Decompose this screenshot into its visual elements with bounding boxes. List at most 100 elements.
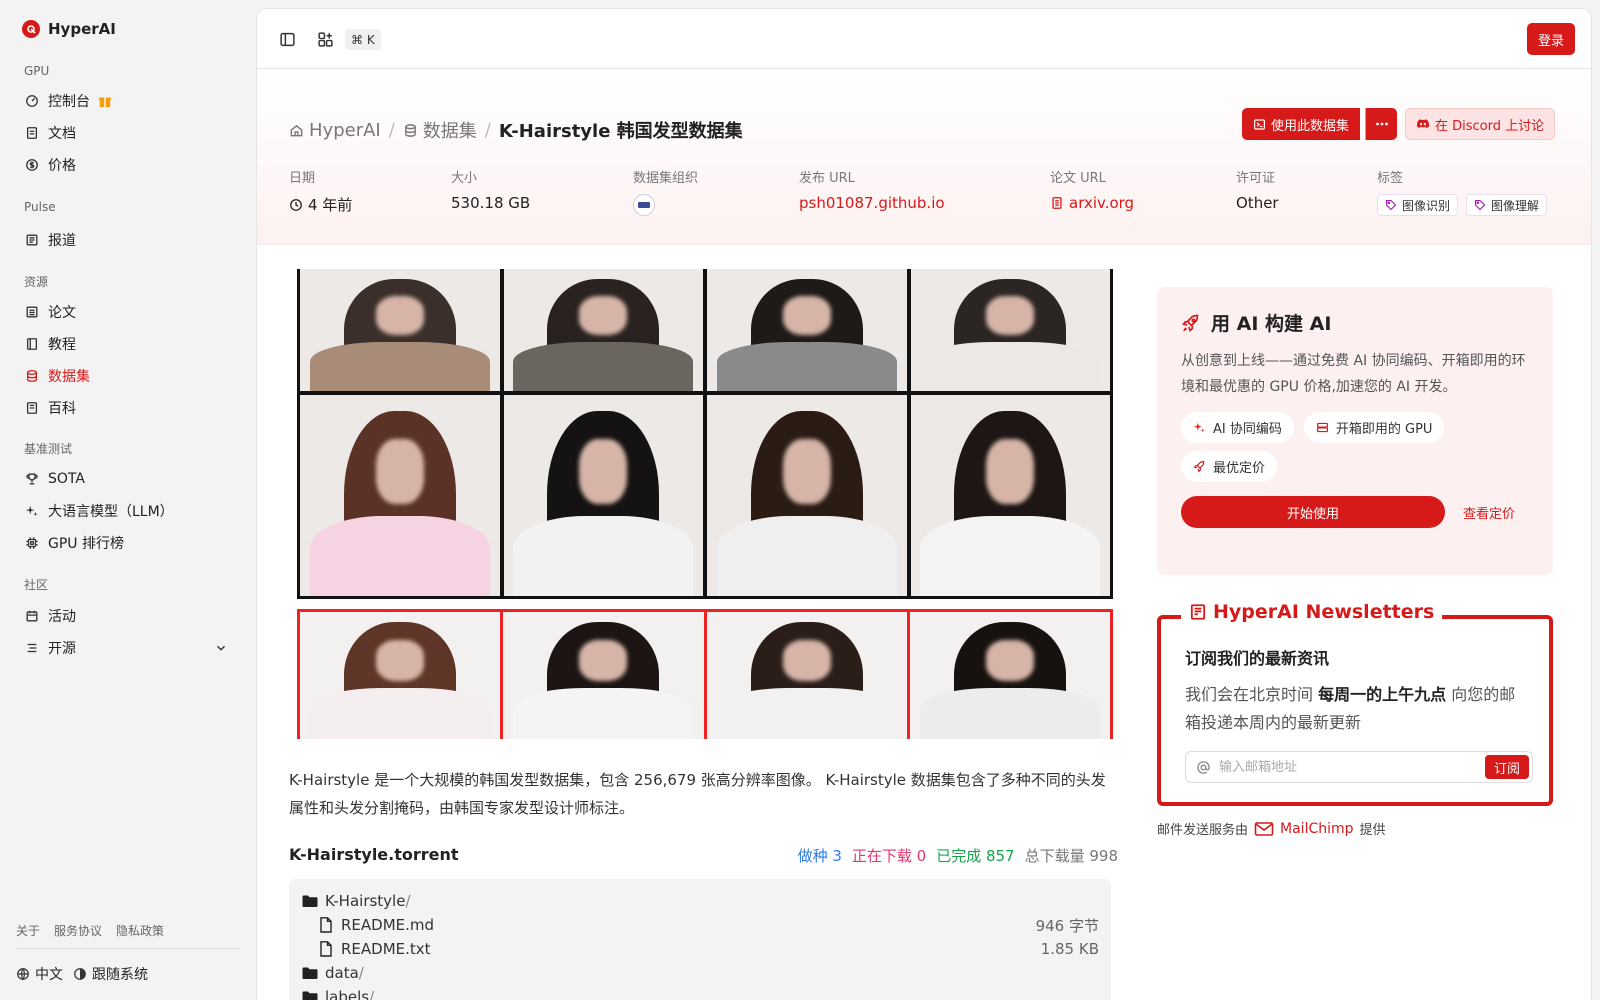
footer-divider	[16, 948, 240, 949]
meta-license: 许可证 Other	[1236, 167, 1279, 212]
meta-date-text: 4 年前	[308, 196, 353, 214]
nav-section-benchmarks: 基准测试	[24, 442, 73, 456]
meta-size-label: 大小	[451, 171, 478, 186]
meta-size: 大小 530.18 GB	[451, 167, 530, 212]
brand-logo[interactable]: HyperAI	[22, 20, 116, 38]
discord-discuss-label: 在 Discord 上讨论	[1435, 118, 1545, 134]
command-shortcut[interactable]: ⌘ K	[345, 29, 381, 50]
feature-chip-label: AI 协同编码	[1213, 422, 1282, 437]
completed-count: 已完成 857	[936, 847, 1015, 865]
release-url-link[interactable]: psh01087.github.io	[799, 194, 945, 212]
promo-features: AI 协同编码 开箱即用的 GPU 最优定价	[1181, 412, 1511, 482]
file-tree-file[interactable]: README.md 946 字节	[301, 913, 1099, 937]
tag-label: 图像识别	[1402, 198, 1451, 213]
meta-date-value: 4 年前	[289, 194, 352, 215]
rocket-icon	[1193, 461, 1205, 473]
breadcrumb-home[interactable]: HyperAI	[289, 120, 381, 141]
folder-slash: /	[369, 988, 375, 1000]
meta-license-value: Other	[1236, 194, 1279, 212]
newsletter-box: HyperAI Newsletters 订阅我们的最新资讯 我们会在北京时间 每…	[1157, 601, 1553, 806]
sidebar-item-sota[interactable]: SOTA	[16, 464, 240, 494]
sidebar-item-console[interactable]: 控制台	[16, 86, 240, 116]
more-options-button[interactable]	[1365, 108, 1397, 140]
sample-photo	[503, 612, 704, 739]
meta-tags-value: 图像识别 图像理解	[1377, 194, 1548, 216]
breadcrumb-datasets[interactable]: 数据集	[403, 117, 477, 143]
sidebar-item-open-source[interactable]: 开源	[16, 633, 240, 663]
language-switcher[interactable]: 中文	[16, 964, 63, 984]
file-tree-folder[interactable]: data /	[301, 961, 1099, 985]
sidebar-item-papers[interactable]: 论文	[16, 297, 240, 327]
sidebar-item-label: 大语言模型（LLM）	[48, 504, 174, 520]
footer-tools: 中文 跟随系统	[16, 964, 148, 984]
newspaper-icon	[1190, 604, 1206, 620]
sidebar-item-encyclopedia[interactable]: 百科	[16, 393, 240, 423]
breadcrumb-home-label: HyperAI	[309, 119, 381, 141]
sidebar: HyperAI GPU 控制台 文档 价格 Pulse 报道 资源 论文 教程 …	[0, 0, 256, 1000]
database-icon	[24, 368, 40, 384]
tag-image-understanding[interactable]: 图像理解	[1466, 194, 1548, 216]
discord-discuss-button[interactable]: 在 Discord 上讨论	[1405, 108, 1556, 140]
file-tree-folder[interactable]: labels /	[301, 985, 1099, 1000]
top-bar: ⌘ K 登录	[257, 9, 1591, 69]
feature-chip-gpu: 开箱即用的 GPU	[1303, 412, 1445, 443]
theme-icon	[74, 968, 86, 980]
sidebar-item-label: 报道	[48, 233, 76, 249]
language-label: 中文	[35, 967, 63, 983]
file-size: 946 字节	[1035, 916, 1099, 935]
torrent-stats: 做种 3 正在下载 0 已完成 857 总下载量 998	[798, 845, 1118, 866]
meta-date: 日期 4 年前	[289, 167, 352, 215]
cpu-icon	[24, 535, 40, 551]
nav-section-gpu: GPU	[24, 64, 50, 78]
tag-image-recognition[interactable]: 图像识别	[1377, 194, 1459, 216]
folder-slash: /	[405, 892, 411, 910]
sidebar-item-docs[interactable]: 文档	[16, 118, 240, 148]
paper-icon	[24, 304, 40, 320]
subscribe-button[interactable]: 订阅	[1484, 755, 1529, 779]
sample-photo	[300, 612, 501, 739]
sidebar-item-news[interactable]: 报道	[16, 225, 240, 255]
email-input[interactable]	[1219, 759, 1471, 775]
sidebar-item-label: 数据集	[48, 369, 90, 385]
file-icon	[317, 916, 335, 934]
file-name: README.txt	[341, 940, 431, 958]
apps-grid-icon[interactable]	[315, 29, 335, 49]
view-pricing-link[interactable]: 查看定价	[1463, 503, 1515, 522]
organization-logo[interactable]	[633, 194, 655, 216]
get-started-button[interactable]: 开始使用	[1181, 496, 1445, 528]
sidebar-item-label: 活动	[48, 609, 76, 625]
sidebar-toggle-icon[interactable]	[277, 29, 297, 49]
file-tree-file[interactable]: README.txt 1.85 KB	[301, 937, 1099, 961]
sidebar-item-pricing[interactable]: 价格	[16, 150, 240, 180]
chevron-down-icon[interactable]	[214, 641, 228, 655]
paper-icon	[1052, 197, 1062, 209]
meta-org-label: 数据集组织	[633, 171, 699, 186]
folder-icon	[301, 964, 319, 982]
sidebar-item-llm[interactable]: 大语言模型（LLM）	[16, 496, 240, 526]
theme-switcher[interactable]: 跟随系统	[73, 964, 148, 984]
torrent-title[interactable]: K-Hairstyle.torrent	[289, 845, 459, 864]
sidebar-item-tutorials[interactable]: 教程	[16, 329, 240, 359]
sidebar-item-datasets[interactable]: 数据集	[16, 361, 240, 391]
footer-link-about[interactable]: 关于	[16, 922, 40, 939]
paper-url-link[interactable]: arxiv.org	[1050, 194, 1134, 212]
sidebar-item-events[interactable]: 活动	[16, 601, 240, 631]
calendar-icon	[24, 608, 40, 624]
file-tree-folder[interactable]: K-Hairstyle /	[301, 889, 1099, 913]
dataset-description: K-Hairstyle 是一个大规模的韩国发型数据集，包含 256,679 张高…	[289, 771, 1106, 817]
page-title: K-Hairstyle 韩国发型数据集	[498, 121, 743, 142]
login-button[interactable]: 登录	[1526, 23, 1575, 55]
nav-section-resources: 资源	[24, 275, 49, 289]
footer-link-terms[interactable]: 服务协议	[54, 922, 102, 939]
newsletter-title: 订阅我们的最新资讯	[1185, 649, 1330, 668]
breadcrumb-datasets-label: 数据集	[422, 121, 477, 142]
sidebar-item-label: SOTA	[48, 471, 85, 487]
use-dataset-label: 使用此数据集	[1271, 118, 1350, 134]
meta-organization: 数据集组织	[633, 167, 698, 216]
mailchimp-link[interactable]: MailChimp	[1254, 821, 1354, 837]
mail-credit-suffix: 提供	[1359, 823, 1386, 838]
footer-link-privacy[interactable]: 隐私政策	[116, 922, 164, 939]
tag-icon	[1474, 199, 1486, 211]
use-dataset-button[interactable]: 使用此数据集	[1242, 108, 1361, 140]
sidebar-item-gpu-leaderboard[interactable]: GPU 排行榜	[16, 528, 240, 558]
